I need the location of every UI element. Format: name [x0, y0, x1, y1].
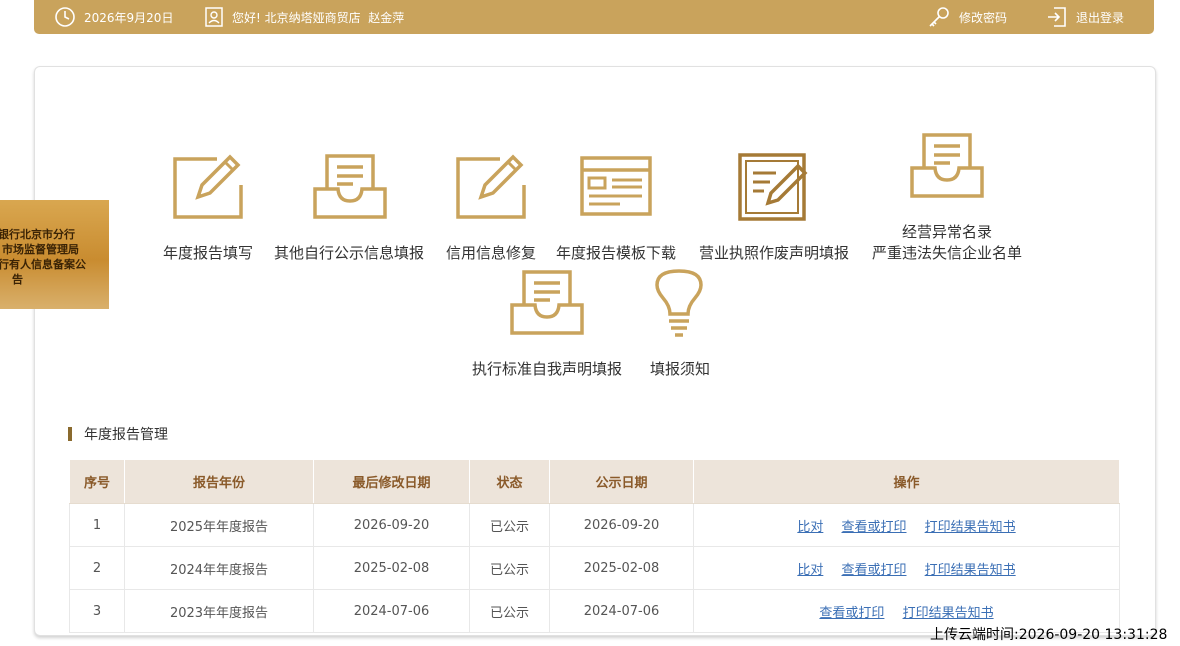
cell-modified: 2025-02-08	[313, 546, 470, 590]
table-row: 1 2025年年度报告 2026-09-20 已公示 2026-09-20 比对…	[69, 503, 1120, 547]
cell-published: 2025-02-08	[549, 546, 694, 590]
header-published: 公示日期	[549, 459, 694, 504]
tile-label: 其他自行公示信息填报	[273, 244, 425, 262]
cell-modified: 2026-09-20	[313, 503, 470, 547]
cell-modified: 2024-07-06	[313, 589, 470, 633]
document-edit-icon	[738, 153, 808, 221]
change-password-button[interactable]: 修改密码	[927, 0, 1007, 34]
template-window-icon	[580, 156, 652, 216]
tile-label: 年度报告模板下载	[555, 244, 677, 262]
banner-line: 市场监督管理局	[2, 243, 79, 256]
upload-time: 上传云端时间:2026-09-20 13:31:28	[930, 627, 1168, 643]
logout-icon	[1048, 7, 1066, 27]
date-display: 2026年9月20日	[54, 0, 173, 34]
print-notice-link[interactable]: 打印结果告知书	[925, 520, 1016, 535]
side-notice-banner[interactable]: 银行北京市分行 市场监督管理局 行有人信息备案公 告	[0, 200, 109, 309]
tile-label: 年度报告填写	[162, 244, 254, 262]
banner-line: 银行北京市分行	[0, 228, 75, 241]
cell-no: 2	[69, 546, 125, 590]
header-status: 状态	[469, 459, 550, 504]
section-title-text: 年度报告管理	[84, 427, 168, 443]
change-password-label: 修改密码	[959, 10, 1008, 25]
edit-form-icon	[173, 154, 243, 219]
user-badge-icon	[205, 7, 223, 27]
greeting: 您好! 北京纳塔娅商贸店 赵金萍	[204, 0, 404, 34]
tile-label: 信用信息修复	[445, 244, 537, 262]
cell-no: 3	[69, 589, 125, 633]
cell-actions: 比对 查看或打印 打印结果告知书	[693, 503, 1120, 547]
header-modified: 最后修改日期	[313, 459, 470, 504]
logout-button[interactable]: 退出登录	[1046, 0, 1124, 34]
inbox-tray-icon	[313, 154, 387, 219]
banner-line: 告	[12, 273, 23, 286]
header-no: 序号	[69, 459, 125, 504]
print-notice-link[interactable]: 打印结果告知书	[925, 563, 1016, 578]
view-print-link[interactable]: 查看或打印	[841, 563, 906, 578]
inbox-tray-icon	[510, 270, 584, 335]
tile-label-line2: 严重违法失信企业名单	[871, 244, 1023, 262]
table-row: 2 2024年年度报告 2025-02-08 已公示 2025-02-08 比对…	[69, 546, 1120, 590]
cell-published: 2024-07-06	[549, 589, 694, 633]
cell-year: 2023年年度报告	[124, 589, 314, 633]
tile-label: 执行标准自我声明填报	[471, 360, 623, 378]
cell-status: 已公示	[469, 546, 550, 590]
tile-label: 填报须知	[649, 360, 711, 378]
cell-published: 2026-09-20	[549, 503, 694, 547]
cell-status: 已公示	[469, 589, 550, 633]
lightbulb-icon	[655, 269, 703, 337]
cell-status: 已公示	[469, 503, 550, 547]
header-actions: 操作	[693, 459, 1120, 504]
edit-form-icon	[456, 154, 526, 219]
print-notice-link[interactable]: 打印结果告知书	[903, 606, 994, 621]
clock-icon	[55, 7, 75, 27]
header-year: 报告年份	[124, 459, 314, 504]
cell-no: 1	[69, 503, 125, 547]
top-bar: 2026年9月20日 您好! 北京纳塔娅商贸店 赵金萍 修改密码 退出登录	[34, 0, 1154, 34]
annual-report-table: 序号 报告年份 最后修改日期 状态 公示日期 操作 1 2025年年度报告 20…	[69, 459, 1120, 633]
logout-label: 退出登录	[1076, 10, 1125, 25]
section-title: 年度报告管理	[68, 424, 168, 444]
view-print-link[interactable]: 查看或打印	[819, 606, 884, 621]
tile-label: 营业执照作废声明填报	[698, 244, 850, 262]
banner-line: 行有人信息备案公	[0, 258, 86, 271]
greeting-text: 您好! 北京纳塔娅商贸店 赵金萍	[232, 10, 405, 25]
view-print-link[interactable]: 查看或打印	[841, 520, 906, 535]
table-header-row: 序号 报告年份 最后修改日期 状态 公示日期 操作	[69, 459, 1120, 504]
cell-year: 2024年年度报告	[124, 546, 314, 590]
inbox-tray-icon	[910, 133, 984, 198]
tile-label-line1: 经营异常名录	[901, 223, 993, 241]
cell-year: 2025年年度报告	[124, 503, 314, 547]
cell-actions: 比对 查看或打印 打印结果告知书	[693, 546, 1120, 590]
compare-link[interactable]: 比对	[797, 563, 823, 578]
compare-link[interactable]: 比对	[797, 520, 823, 535]
key-icon	[929, 7, 949, 27]
date-text: 2026年9月20日	[84, 10, 174, 25]
section-marker	[68, 427, 72, 441]
